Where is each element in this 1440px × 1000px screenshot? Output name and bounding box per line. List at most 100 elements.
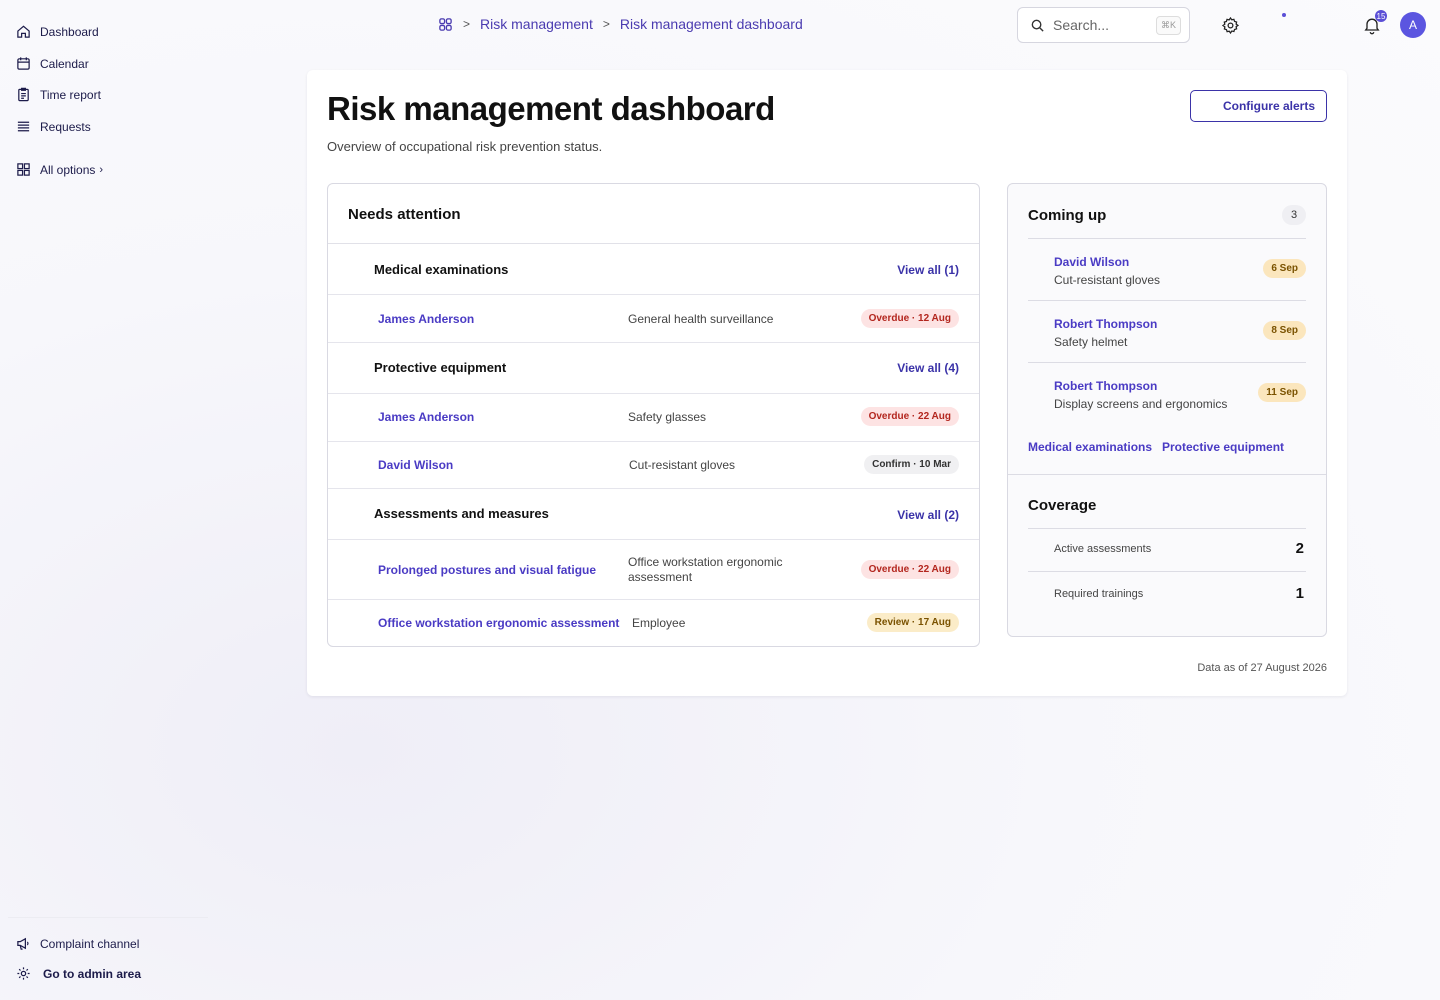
megaphone-icon: [17, 937, 29, 950]
home-icon: [17, 25, 30, 38]
breadcrumb-item-risk-management[interactable]: Risk management: [480, 16, 593, 32]
breadcrumb-item-current: Risk management dashboard: [619, 16, 803, 32]
avatar[interactable]: A: [1400, 12, 1426, 38]
breadcrumb: > Risk management > Risk management dash…: [438, 16, 803, 32]
view-all-link[interactable]: View all (2): [897, 508, 959, 522]
coming-up-title: Coming up: [1028, 207, 1107, 224]
status-badge: Overdue · 22 Aug: [860, 407, 959, 426]
search-icon: [1031, 19, 1044, 32]
status-badge: Confirm · 10 Mar: [864, 455, 959, 474]
divider: [1008, 474, 1326, 475]
side-panel: Coming up 3 David Wilson Cut-resistant g…: [1007, 183, 1327, 637]
item-description: Safety helmet: [1054, 335, 1128, 349]
sidebar-item-label: Requests: [40, 119, 91, 134]
group-title: Medical examinations: [374, 262, 509, 277]
row-name-link[interactable]: David Wilson: [378, 458, 453, 472]
main-card: Risk management dashboard Overview of oc…: [307, 70, 1347, 696]
status-badge: Review · 17 Aug: [866, 613, 959, 632]
coverage-value: 1: [1295, 585, 1304, 602]
sidebar-item-dashboard[interactable]: Dashboard: [16, 24, 99, 39]
search-placeholder: Search...: [1053, 17, 1110, 33]
list-item: Robert Thompson Safety helmet 8 Sep: [1028, 301, 1306, 363]
status-dot: [1282, 13, 1286, 17]
table-row: Office workstation ergonomic assessment …: [328, 600, 979, 646]
date-badge: 11 Sep: [1258, 383, 1306, 402]
sidebar-item-all-options[interactable]: All options ›: [16, 162, 103, 177]
view-all-link[interactable]: View all (4): [897, 361, 959, 375]
group-title: Assessments and measures: [374, 506, 549, 521]
settings-button[interactable]: [1218, 13, 1242, 37]
row-description: Employee: [632, 616, 686, 630]
group-header-protective: Protective equipment View all (4): [328, 343, 979, 394]
sidebar-item-label: Go to admin area: [43, 966, 142, 981]
coverage-row: Required trainings 1: [1028, 573, 1306, 617]
grid-icon: [17, 163, 30, 176]
person-link[interactable]: Robert Thompson: [1054, 379, 1157, 393]
row-description: General health surveillance: [628, 312, 774, 326]
sidebar-item-label: Complaint channel: [40, 936, 140, 951]
list-icon: [17, 121, 30, 132]
clipboard-icon: [18, 87, 29, 102]
row-name-link[interactable]: James Anderson: [378, 410, 474, 424]
page-subtitle: Overview of occupational risk prevention…: [327, 139, 603, 154]
list-item: David Wilson Cut-resistant gloves 6 Sep: [1028, 239, 1306, 301]
row-description: Cut-resistant gloves: [629, 458, 736, 472]
sidebar-item-requests[interactable]: Requests: [16, 119, 91, 134]
coverage-label: Active assessments: [1054, 543, 1152, 555]
medical-examinations-link[interactable]: Medical examinations: [1028, 440, 1152, 454]
group-header-assessments: Assessments and measures View all (2): [328, 489, 979, 540]
panel-title: Needs attention: [328, 184, 979, 244]
person-link[interactable]: David Wilson: [1054, 255, 1129, 269]
coverage-label: Required trainings: [1054, 588, 1144, 600]
divider: [8, 917, 208, 918]
grid-icon[interactable]: [438, 17, 453, 32]
date-badge: 8 Sep: [1263, 321, 1306, 340]
table-row: James Anderson Safety glasses Overdue · …: [328, 394, 979, 442]
gear-icon: [1221, 16, 1239, 34]
row-name-link[interactable]: Prolonged postures and visual fatigue: [378, 563, 596, 577]
chevron-right-icon: >: [602, 17, 610, 31]
sidebar-item-label: Time report: [40, 87, 101, 102]
group-title: Protective equipment: [374, 360, 507, 375]
configure-alerts-button[interactable]: Configure alerts: [1190, 90, 1327, 122]
sidebar: Dashboard Calendar Time report Requests …: [0, 0, 210, 1000]
item-description: Display screens and ergonomics: [1054, 397, 1228, 411]
sidebar-item-label: Dashboard: [40, 24, 99, 39]
table-row: Prolonged postures and visual fatigue Of…: [328, 540, 979, 600]
needs-attention-panel: Needs attention Medical examinations Vie…: [327, 183, 980, 647]
shortcut-hint: ⌘K: [1155, 15, 1181, 35]
item-description: Cut-resistant gloves: [1054, 273, 1161, 287]
date-badge: 6 Sep: [1263, 259, 1306, 278]
row-description: Safety glasses: [628, 410, 707, 424]
coverage-row: Active assessments 2: [1028, 528, 1306, 572]
status-badge: Overdue · 12 Aug: [860, 309, 959, 328]
calendar-icon: [17, 57, 30, 70]
coverage-title: Coverage: [1028, 497, 1097, 514]
sidebar-item-label: All options: [40, 162, 96, 177]
search-input[interactable]: Search... ⌘K: [1017, 7, 1190, 43]
notification-badge: 15: [1375, 10, 1387, 22]
protective-equipment-link[interactable]: Protective equipment: [1162, 440, 1284, 454]
sidebar-item-admin-area[interactable]: Go to admin area: [16, 966, 141, 981]
sidebar-item-time-report[interactable]: Time report: [16, 87, 101, 102]
gear-icon: [17, 967, 30, 980]
row-description: Office workstation ergonomic assessment: [628, 555, 783, 584]
sidebar-item-calendar[interactable]: Calendar: [16, 56, 89, 71]
sidebar-item-complaint-channel[interactable]: Complaint channel: [16, 936, 139, 951]
page-title: Risk management dashboard: [327, 90, 775, 127]
sidebar-item-label: Calendar: [40, 56, 89, 71]
coverage-value: 2: [1295, 540, 1304, 557]
table-row: James Anderson General health surveillan…: [328, 295, 979, 343]
person-link[interactable]: Robert Thompson: [1054, 317, 1157, 331]
row-name-link[interactable]: James Anderson: [378, 312, 474, 326]
status-badge: Overdue · 22 Aug: [860, 560, 959, 579]
table-row: David Wilson Cut-resistant gloves Confir…: [328, 442, 979, 489]
view-all-link[interactable]: View all (1): [897, 263, 959, 277]
group-header-medical: Medical examinations View all (1): [328, 244, 979, 295]
chevron-right-icon: ›: [99, 163, 104, 176]
list-item: Robert Thompson Display screens and ergo…: [1028, 363, 1306, 425]
chevron-right-icon: >: [463, 17, 471, 31]
data-timestamp: Data as of 27 August 2026: [1197, 662, 1327, 674]
row-name-link[interactable]: Office workstation ergonomic assessment: [378, 616, 619, 630]
count-badge: 3: [1282, 205, 1306, 225]
